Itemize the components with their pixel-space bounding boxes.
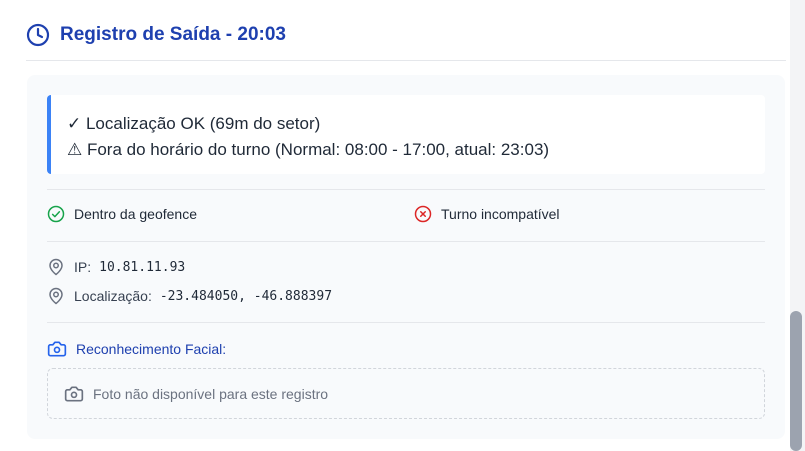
divider — [47, 241, 765, 242]
shift-status-label: Turno incompatível — [441, 206, 560, 222]
divider — [47, 322, 765, 323]
section-header: Registro de Saída - 20:03 — [26, 18, 786, 61]
record-card: ✓ Localização OK (69m do setor) ⚠ Fora d… — [27, 75, 785, 439]
geofence-status-label: Dentro da geofence — [74, 206, 197, 222]
shift-warning-message: ⚠ Fora do horário do turno (Normal: 08:0… — [67, 140, 550, 159]
divider — [47, 189, 765, 190]
ip-row: IP: 10.81.11.93 — [47, 258, 185, 276]
camera-icon — [47, 341, 67, 357]
map-pin-icon — [49, 287, 63, 305]
geofence-status: Dentro da geofence — [47, 205, 197, 223]
location-row: Localização: -23.484050, -46.888397 — [47, 287, 332, 305]
clock-icon — [26, 23, 50, 47]
location-label: Localização: — [74, 288, 152, 304]
facial-recognition-title: Reconhecimento Facial: — [47, 339, 226, 359]
facial-recognition-label: Reconhecimento Facial: — [76, 341, 227, 357]
shift-status: Turno incompatível — [414, 205, 560, 223]
map-pin-icon — [49, 258, 63, 276]
check-circle-icon — [47, 205, 65, 223]
x-circle-icon — [414, 205, 432, 223]
photo-unavailable-text: Foto não disponível para este registro — [93, 385, 329, 402]
ip-value: 10.81.11.93 — [99, 259, 186, 275]
scrollbar-thumb[interactable] — [790, 311, 802, 451]
ip-label: IP: — [74, 259, 92, 275]
location-ok-message: ✓ Localização OK (69m do setor) — [67, 114, 321, 133]
camera-icon — [64, 386, 84, 401]
location-value: -23.484050, -46.888397 — [159, 288, 333, 304]
section-title: Registro de Saída - 20:03 — [60, 24, 286, 45]
photo-placeholder: Foto não disponível para este registro — [47, 368, 765, 419]
validation-alert: ✓ Localização OK (69m do setor) ⚠ Fora d… — [47, 95, 765, 174]
